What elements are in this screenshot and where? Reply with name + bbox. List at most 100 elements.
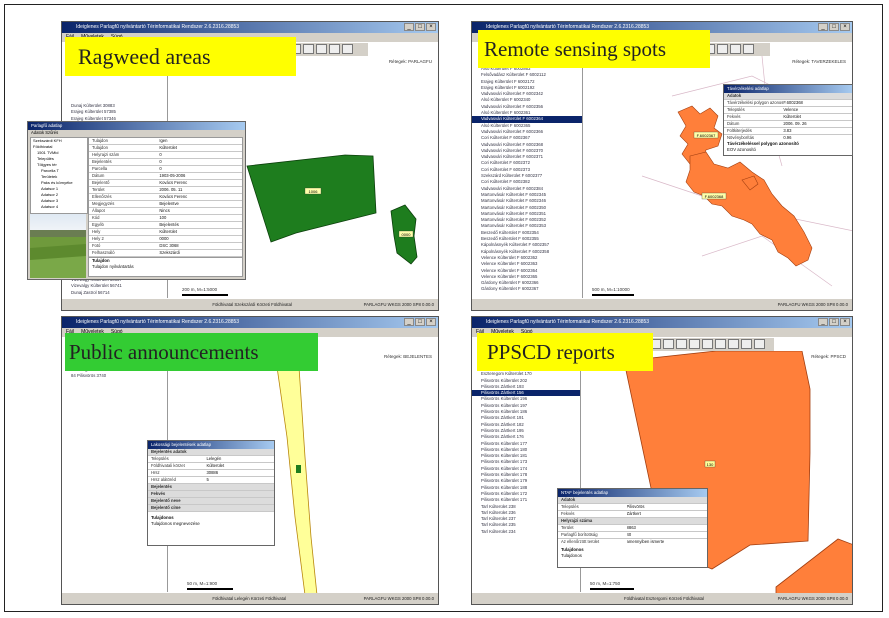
row-value[interactable]: Kovács Ferenc [159, 194, 242, 200]
row-value[interactable] [627, 518, 707, 524]
toolbar-button[interactable] [743, 44, 754, 54]
panel-label-remote: Remote sensing spots [478, 30, 710, 68]
toolbar [288, 43, 368, 56]
close-button[interactable]: × [426, 23, 436, 31]
toolbar-button[interactable] [342, 44, 353, 54]
toolbar-button[interactable] [329, 44, 340, 54]
row-value[interactable]: Lelegén [206, 456, 274, 462]
row-value[interactable]: 0 [159, 166, 242, 172]
row-value[interactable]: Kúlterület [783, 114, 852, 120]
list-item[interactable]: Dunaj Zastrol 56714 [62, 290, 167, 296]
row-value[interactable]: Kovács Ferenc [159, 180, 242, 186]
minimize-button[interactable]: _ [404, 23, 414, 31]
row-value[interactable]: 100 [159, 215, 242, 221]
row-value[interactable]: 40 [627, 532, 707, 538]
ppscd-parcel[interactable] [775, 538, 853, 595]
row-value[interactable]: Igen [159, 138, 242, 144]
dialog-row: Hely Kúlterület [89, 229, 242, 236]
close-button[interactable]: × [426, 318, 436, 326]
row-value[interactable]: 1903-05-2006 [159, 173, 242, 179]
row-value[interactable]: Bejelentve [159, 201, 242, 207]
toolbar-button[interactable] [676, 339, 687, 349]
row-value[interactable] [783, 93, 852, 99]
row-value[interactable]: Bejelentés [159, 222, 242, 228]
toolbar-button[interactable] [689, 339, 700, 349]
row-value[interactable]: 30886 [206, 470, 274, 476]
row-value[interactable]: Kúlterület [159, 229, 242, 235]
remote-sensing-dialog[interactable]: Távérzékelési adatlap Adatok Távérzékelés… [723, 84, 853, 156]
panel-label-public: Public announcements [65, 333, 318, 371]
row-key: Fekvés [727, 114, 741, 119]
toolbar-button[interactable] [728, 339, 739, 349]
maximize-button[interactable]: □ [415, 318, 425, 326]
dialog-row: Távérzékelési polygon azonosító F.6002368 [724, 100, 852, 107]
row-value[interactable] [206, 498, 274, 504]
toolbar-button[interactable] [702, 339, 713, 349]
list-item[interactable]: 84 Pilisvörös 3740 [62, 373, 167, 379]
row-value[interactable]: 0000 [159, 236, 242, 242]
row-value[interactable]: Pilisvörös [627, 504, 707, 510]
spot-list[interactable]: Alsó Kúlterület F 6002863 Felsővadász Kúl… [472, 66, 583, 298]
row-key: Állapot [92, 208, 105, 213]
status-office: Földhivatal Lelegén Körzeti Földhivatal [212, 596, 287, 601]
dialog-row: Adatok [724, 93, 852, 100]
toolbar-button[interactable] [303, 44, 314, 54]
row-value[interactable]: 3.83 [783, 128, 852, 134]
list-item[interactable]: Gárdony Kúlterület F 6002367 [472, 286, 582, 292]
maximize-button[interactable]: □ [829, 318, 839, 326]
dialog-title: Parlagfű adatlap [28, 122, 245, 130]
row-value[interactable] [206, 484, 274, 490]
close-button[interactable]: × [840, 23, 850, 31]
row-value[interactable] [206, 491, 274, 497]
public-announcement-dialog[interactable]: Lakossági bejelentések adatlap Bejelenté… [147, 440, 275, 546]
row-value[interactable]: F.6002368 [783, 100, 852, 106]
minimize-button[interactable]: _ [818, 318, 828, 326]
row-key: Település [561, 504, 579, 509]
spot-cluster[interactable] [685, 151, 813, 267]
row-value[interactable]: Zártkert [627, 511, 707, 517]
status-bar: Földhivatal Lelegén Körzeti Földhivatal … [62, 593, 438, 604]
minimize-button[interactable]: _ [818, 23, 828, 31]
row-value[interactable] [206, 505, 274, 511]
row-value[interactable]: 8863 [627, 525, 707, 531]
row-value[interactable] [627, 497, 707, 503]
row-value[interactable] [206, 449, 274, 455]
row-value[interactable]: Kúlterület [206, 463, 274, 469]
tree-node[interactable]: Adatsor 4 [31, 204, 87, 210]
dialog-menu[interactable]: Adatok Szűrés [28, 130, 245, 136]
toolbar-button[interactable] [730, 44, 741, 54]
toolbar [648, 338, 774, 351]
ppscd-dialog[interactable]: NTAF bejelentés adatlap Adatok Település P… [557, 488, 708, 568]
row-value[interactable]: 5 [206, 477, 274, 483]
dialog-row: Bejelentés [148, 484, 274, 491]
row-key: Fekvés [561, 511, 575, 516]
window-titlebar: Ideiglenes Parlagfű nyilvántartó Térinfo… [472, 317, 852, 328]
maximize-button[interactable]: □ [829, 23, 839, 31]
status-office: Földhivatal Szekszárdi Körzeti Földhivat… [212, 302, 292, 307]
row-value[interactable]: Kúlterület [159, 145, 242, 151]
row-value[interactable]: 2006. 09. 26 [783, 121, 852, 127]
toolbar-button[interactable] [741, 339, 752, 349]
row-value[interactable]: 0 [159, 159, 242, 165]
row-key: Település [151, 456, 169, 461]
toolbar-button[interactable] [663, 339, 674, 349]
footer-title: Tulajdonos [561, 547, 584, 552]
panel-label-ragweed: Ragweed areas [65, 37, 296, 76]
maximize-button[interactable]: □ [415, 23, 425, 31]
minimize-button[interactable]: _ [404, 318, 414, 326]
toolbar-button[interactable] [316, 44, 327, 54]
dialog-tree[interactable]: Szekszárdi KFH Földhivatal 1501 TVMid Telep… [30, 137, 88, 214]
row-value[interactable]: Nincs [159, 208, 242, 214]
announcement-marker[interactable] [296, 465, 301, 473]
row-value[interactable]: 2006. 05. 11 [159, 187, 242, 193]
toolbar-button[interactable] [715, 339, 726, 349]
ragweed-dialog[interactable]: Parlagfű adatlap Adatok Szűrés Szekszárd… [27, 121, 246, 280]
row-value[interactable]: 0 [159, 152, 242, 158]
ragweed-parcel[interactable] [246, 154, 377, 243]
row-value[interactable]: Szekszárdi [159, 250, 242, 256]
row-value[interactable]: Velence [783, 107, 852, 113]
toolbar-button[interactable] [754, 339, 765, 349]
toolbar-button[interactable] [717, 44, 728, 54]
row-value[interactable]: DSC 3068 [159, 243, 242, 249]
close-button[interactable]: × [840, 318, 850, 326]
